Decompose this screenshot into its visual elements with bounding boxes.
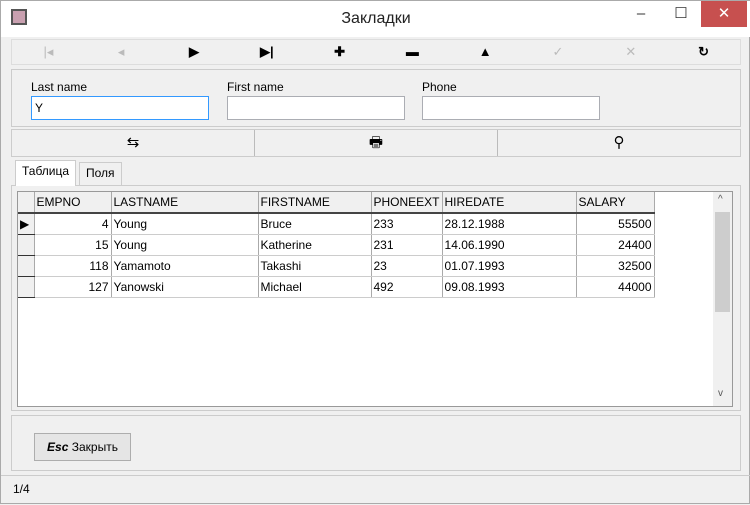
close-button-label: Закрыть — [71, 440, 118, 454]
esc-key-label: Esc — [47, 440, 69, 454]
title-bar: Закладки ‒ ☐ ✕ — [1, 1, 750, 37]
cell-empno[interactable]: 15 — [34, 234, 112, 256]
first-name-label: First name — [227, 80, 284, 94]
phone-label: Phone — [422, 80, 457, 94]
cell-firstname[interactable]: Bruce — [258, 213, 372, 235]
cell-empno[interactable]: 4 — [34, 213, 112, 235]
row-indicator[interactable] — [18, 234, 35, 256]
tab-table[interactable]: Таблица — [15, 160, 77, 186]
cell-hiredate[interactable]: 09.08.1993 — [442, 276, 577, 298]
close-button[interactable]: Esc Закрыть — [34, 433, 131, 461]
cell-phoneext[interactable]: 23 — [371, 255, 443, 277]
cell-phoneext[interactable]: 233 — [371, 213, 443, 235]
record-counter: 1/4 — [13, 482, 30, 496]
cell-salary[interactable]: 55500 — [576, 213, 655, 235]
column-header-empno[interactable]: EMPNO — [34, 192, 112, 214]
cell-salary[interactable]: 24400 — [576, 234, 655, 256]
vertical-scrollbar[interactable]: ^ v — [713, 192, 732, 406]
column-header-firstname[interactable]: FIRSTNAME — [258, 192, 372, 214]
column-header-lastname[interactable]: LASTNAME — [111, 192, 259, 214]
scroll-down-icon[interactable]: v — [718, 388, 723, 399]
table-row[interactable]: 15 Young Katherine 231 14.06.1990 24400 — [18, 234, 655, 256]
minimize-button[interactable]: ‒ — [619, 1, 663, 27]
delete-record-button[interactable]: ▬ — [376, 40, 449, 64]
scroll-up-icon[interactable]: ^ — [718, 194, 723, 205]
maximize-button[interactable]: ☐ — [659, 1, 703, 27]
cell-firstname[interactable]: Michael — [258, 276, 372, 298]
cell-salary[interactable]: 44000 — [576, 276, 655, 298]
search-panel: Last name Y First name Phone — [11, 69, 741, 127]
table-row[interactable]: 118 Yamamoto Takashi 23 01.07.1993 32500 — [18, 255, 655, 277]
scrollbar-thumb[interactable] — [715, 212, 730, 312]
cell-phoneext[interactable]: 231 — [371, 234, 443, 256]
column-header-salary[interactable]: SALARY — [576, 192, 655, 214]
cell-salary[interactable]: 32500 — [576, 255, 655, 277]
cell-lastname[interactable]: Yamamoto — [111, 255, 259, 277]
insert-record-button[interactable]: ✚ — [303, 40, 376, 64]
cell-empno[interactable]: 118 — [34, 255, 112, 277]
close-window-button[interactable]: ✕ — [701, 1, 747, 27]
row-indicator[interactable]: ▶ — [18, 213, 35, 235]
last-name-input[interactable]: Y — [31, 96, 209, 120]
next-record-button[interactable]: ▶ — [158, 40, 231, 64]
print-button[interactable]: 🖶 — [255, 130, 498, 156]
column-header-hiredate[interactable]: HIREDATE — [442, 192, 577, 214]
cell-firstname[interactable]: Katherine — [258, 234, 372, 256]
row-indicator[interactable] — [18, 255, 35, 277]
refresh-button[interactable]: ↻ — [667, 40, 740, 64]
tab-fields[interactable]: Поля — [79, 162, 122, 185]
row-indicator[interactable] — [18, 276, 35, 298]
cell-hiredate[interactable]: 14.06.1990 — [442, 234, 577, 256]
indicator-header — [18, 192, 35, 214]
last-name-label: Last name — [31, 80, 88, 94]
cell-firstname[interactable]: Takashi — [258, 255, 372, 277]
prior-record-button[interactable]: ◂ — [85, 40, 158, 64]
cell-phoneext[interactable]: 492 — [371, 276, 443, 298]
cell-lastname[interactable]: Young — [111, 234, 259, 256]
find-button[interactable]: ⚲ — [498, 130, 740, 156]
first-name-input[interactable] — [227, 96, 405, 120]
status-bar: 1/4 — [1, 475, 750, 505]
column-header-phoneext[interactable]: PHONEEXT — [371, 192, 443, 214]
cell-hiredate[interactable]: 01.07.1993 — [442, 255, 577, 277]
table-row[interactable]: ▶ 4 Young Bruce 233 28.12.1988 55500 — [18, 213, 655, 235]
cancel-record-button[interactable]: ✕ — [594, 40, 667, 64]
data-grid[interactable]: EMPNO LASTNAME FIRSTNAME PHONEEXT HIREDATE SA… — [17, 191, 733, 407]
first-record-button[interactable]: |◂ — [12, 40, 85, 64]
cell-hiredate[interactable]: 28.12.1988 — [442, 213, 577, 235]
edit-record-button[interactable]: ▲ — [449, 40, 522, 64]
cell-lastname[interactable]: Yanowski — [111, 276, 259, 298]
post-record-button[interactable]: ✓ — [522, 40, 595, 64]
cell-lastname[interactable]: Young — [111, 213, 259, 235]
last-record-button[interactable]: ▶| — [230, 40, 303, 64]
table-row[interactable]: 127 Yanowski Michael 492 09.08.1993 44000 — [18, 276, 655, 298]
phone-input[interactable] — [422, 96, 600, 120]
cell-empno[interactable]: 127 — [34, 276, 112, 298]
bookmark-button[interactable]: ⇆ — [12, 130, 255, 156]
action-bar: ⇆ 🖶 ⚲ — [11, 129, 741, 157]
navigator-toolbar: |◂ ◂ ▶ ▶| ✚ ▬ ▲ ✓ ✕ ↻ — [11, 39, 741, 65]
